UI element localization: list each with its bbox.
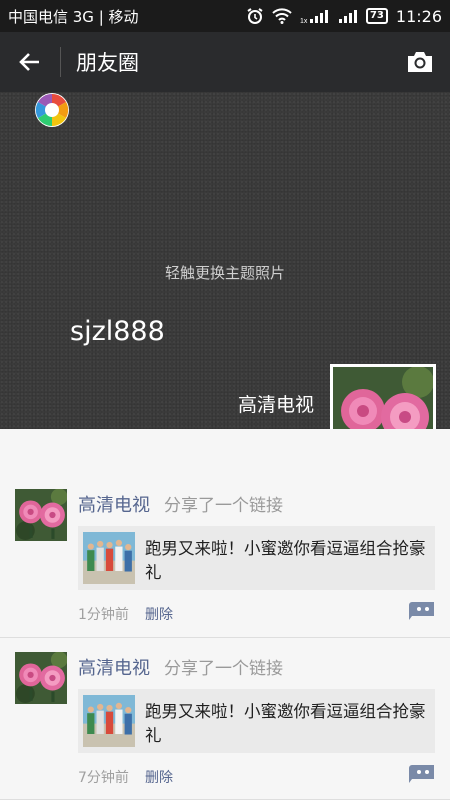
rose-photo (15, 489, 67, 541)
cover-hint[interactable]: 轻触更换主题照片 (0, 262, 450, 283)
carrier-label: 中国电信 3G | 移动 (8, 7, 139, 26)
feed-post: 高清电视 分享了一个链接 跑男又来啦！小蜜邀你看逗逼组合抢豪礼 1分钟前 删除 (0, 429, 450, 638)
app-bar: 朋友圈 (0, 32, 450, 92)
avatar[interactable] (15, 489, 67, 541)
post-author[interactable]: 高清电视 (78, 491, 150, 517)
link-title: 跑男又来啦！小蜜邀你看逗逼组合抢豪礼 (145, 702, 426, 745)
link-thumbnail (83, 532, 135, 584)
arrow-left-icon (19, 53, 39, 71)
back-button[interactable] (0, 32, 60, 92)
comment-icon[interactable] (408, 601, 436, 621)
signal-1x-icon: 1x (300, 10, 328, 24)
delete-button[interactable]: 删除 (145, 604, 173, 624)
status-icons: 1x 73 11:26 (246, 7, 442, 26)
title-divider (60, 47, 61, 77)
camera-icon (408, 52, 432, 72)
camera-button[interactable] (390, 32, 450, 92)
post-action: 分享了一个链接 (164, 496, 283, 516)
svg-text:1x: 1x (300, 18, 308, 24)
link-title: 跑男又来啦！小蜜邀你看逗逼组合抢豪礼 (145, 539, 426, 582)
battery-icon: 73 (365, 8, 388, 24)
alarm-icon (247, 8, 263, 24)
link-thumbnail (83, 695, 135, 747)
rose-photo (15, 652, 67, 704)
post-action: 分享了一个链接 (164, 659, 283, 679)
link-card[interactable]: 跑男又来啦！小蜜邀你看逗逼组合抢豪礼 (78, 689, 435, 753)
moments-feed: 高清电视 分享了一个链接 跑男又来啦！小蜜邀你看逗逼组合抢豪礼 1分钟前 删除 … (0, 429, 450, 800)
lens-icon (35, 93, 69, 127)
link-card[interactable]: 跑男又来啦！小蜜邀你看逗逼组合抢豪礼 (78, 526, 435, 590)
post-time: 7分钟前 (78, 770, 129, 786)
avatar[interactable] (15, 652, 67, 704)
page-title: 朋友圈 (76, 51, 139, 75)
delete-button[interactable]: 删除 (145, 767, 173, 787)
profile-name: 高清电视 (237, 394, 314, 416)
post-author[interactable]: 高清电视 (78, 654, 150, 680)
feed-post: 高清电视 分享了一个链接 跑男又来啦！小蜜邀你看逗逼组合抢豪礼 7分钟前 删除 (0, 638, 450, 800)
my-username: sjzl888 (70, 316, 165, 347)
signal-icon (338, 10, 357, 23)
post-time: 1分钟前 (78, 607, 129, 623)
comment-icon[interactable] (408, 764, 436, 784)
clock: 11:26 (395, 6, 442, 26)
status-bar: 中国电信 3G | 移动 1x 73 11:26 (0, 0, 450, 32)
wifi-icon (272, 8, 292, 24)
